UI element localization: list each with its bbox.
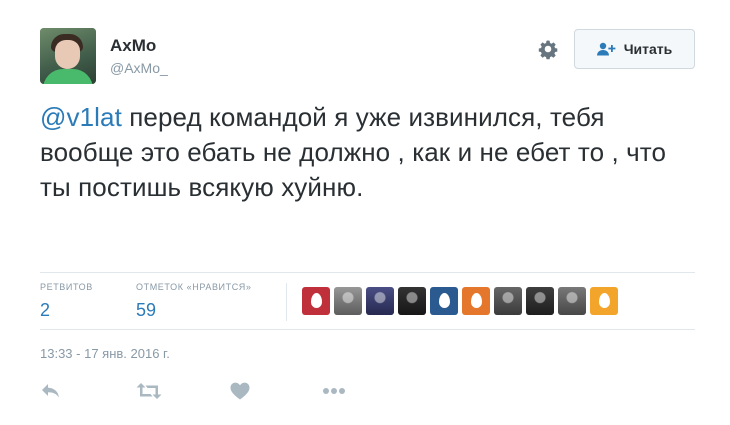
- liker-avatar[interactable]: [590, 287, 618, 315]
- follow-button[interactable]: Читать: [574, 29, 695, 69]
- like-button[interactable]: [230, 380, 250, 402]
- retweets-stat[interactable]: РЕТВИТОВ 2: [40, 281, 93, 321]
- reply-button[interactable]: [40, 380, 62, 402]
- liker-avatar[interactable]: [526, 287, 554, 315]
- follow-button-label: Читать: [623, 41, 673, 57]
- liker-avatar[interactable]: [462, 287, 490, 315]
- likes-label: ОТМЕТОК «НРАВИТСЯ»: [136, 282, 252, 292]
- egg-avatar-icon: [599, 293, 610, 308]
- tweet-header: AxMo @AxMo_ Читать: [40, 28, 695, 86]
- gear-icon[interactable]: [537, 38, 559, 60]
- retweet-icon: [136, 383, 162, 399]
- photo-avatar: [494, 287, 522, 315]
- author-handle[interactable]: @AxMo_: [110, 59, 168, 77]
- more-icon: [323, 388, 345, 394]
- author-names: AxMo @AxMo_: [110, 36, 168, 77]
- retweets-count: 2: [40, 300, 51, 320]
- mention-link[interactable]: @v1lat: [40, 102, 122, 132]
- tweet-actions: [40, 380, 440, 402]
- liker-avatar[interactable]: [334, 287, 362, 315]
- photo-avatar: [334, 287, 362, 315]
- tweet-timestamp[interactable]: 13:33 - 17 янв. 2016 г.: [40, 346, 170, 361]
- follow-person-plus-icon: [596, 42, 616, 56]
- liker-avatar[interactable]: [558, 287, 586, 315]
- photo-avatar: [366, 287, 394, 315]
- egg-avatar-icon: [471, 293, 482, 308]
- photo-avatar: [558, 287, 586, 315]
- stats-divider: [286, 283, 287, 321]
- avatar[interactable]: [40, 28, 96, 84]
- photo-avatar: [398, 287, 426, 315]
- more-button[interactable]: [322, 380, 346, 402]
- tweet-text: @v1lat перед командой я уже извинился, т…: [40, 100, 690, 205]
- liker-avatars: [302, 287, 622, 315]
- author-name[interactable]: AxMo: [110, 36, 168, 56]
- egg-avatar-icon: [311, 293, 322, 308]
- retweets-label: РЕТВИТОВ: [40, 282, 93, 292]
- egg-avatar-icon: [439, 293, 450, 308]
- photo-avatar: [526, 287, 554, 315]
- tweet-body: перед командой я уже извинился, тебя воо…: [40, 102, 667, 202]
- likes-count: 59: [136, 300, 157, 320]
- tweet-card: AxMo @AxMo_ Читать @v1lat перед командой…: [0, 0, 730, 425]
- liker-avatar[interactable]: [494, 287, 522, 315]
- heart-icon: [230, 382, 250, 400]
- likes-stat[interactable]: ОТМЕТОК «НРАВИТСЯ» 59: [136, 281, 252, 321]
- reply-icon: [42, 384, 59, 398]
- liker-avatar[interactable]: [366, 287, 394, 315]
- liker-avatar[interactable]: [398, 287, 426, 315]
- liker-avatar[interactable]: [302, 287, 330, 315]
- retweet-button[interactable]: [136, 380, 162, 402]
- liker-avatar[interactable]: [430, 287, 458, 315]
- tweet-stats: РЕТВИТОВ 2 ОТМЕТОК «НРАВИТСЯ» 59: [40, 272, 695, 330]
